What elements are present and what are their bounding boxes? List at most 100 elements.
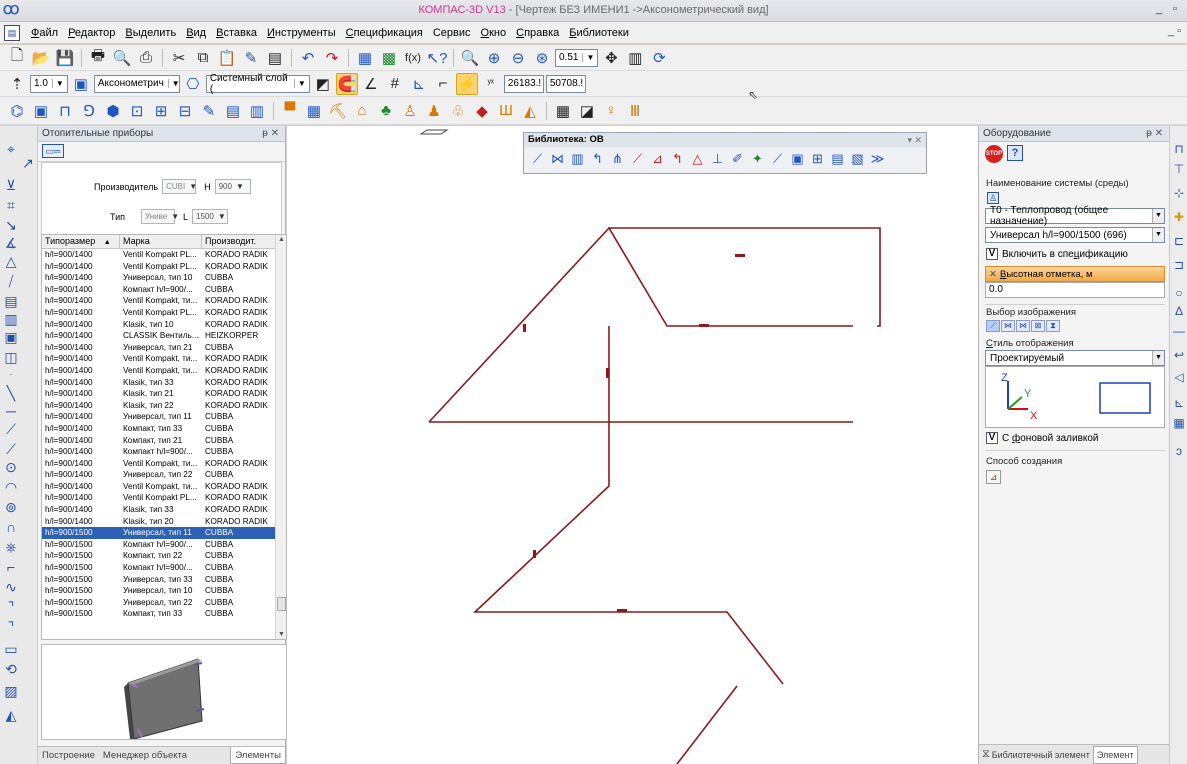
zoom-in-icon[interactable]: ⊕ [483, 47, 505, 69]
library-controls[interactable]: ▾ ✕ [907, 133, 922, 147]
tool-icon-18[interactable]: ♟ [423, 100, 445, 122]
tool-icon-4[interactable]: ⅁ [78, 100, 100, 122]
table-row[interactable]: h/l=900/1400 Универсал, тип 21 CUBBA [42, 342, 276, 354]
zoom-window-icon[interactable]: 🔍 [459, 47, 481, 69]
snap-icon[interactable]: 🧲 [335, 72, 358, 95]
box-icon[interactable]: ▭ [2, 640, 20, 658]
slope-icon[interactable]: △ [688, 150, 707, 168]
tool-icon-16[interactable]: ♣ [375, 100, 397, 122]
spline-icon[interactable]: ∩ [2, 518, 20, 536]
fill-icon[interactable]: ◭ [2, 706, 20, 724]
zoom-out-icon[interactable]: ⊖ [507, 47, 529, 69]
variables-icon[interactable]: ▦ [354, 47, 376, 69]
table-row[interactable]: h/l=900/1400 Klasik, тип 33 KORADO RADIK [42, 377, 276, 389]
table-row[interactable]: h/l=900/1400 Компакт, тип 21 CUBBA [42, 435, 276, 447]
type-combo[interactable]: Униве ▼ [141, 209, 179, 224]
column-manufacturer[interactable]: Производит. [202, 235, 276, 248]
right-tab-0[interactable]: ⧖ Библиотечный элемент [979, 745, 1093, 764]
rs-icon-8[interactable]: ∆ [1172, 304, 1186, 320]
table-row[interactable]: h/l=900/1500 Компакт, тип 33 CUBBA [42, 608, 276, 620]
paste-icon[interactable]: 📋 [216, 47, 238, 69]
rs-icon-13[interactable]: ▦ [1172, 416, 1186, 432]
rs-icon-3[interactable]: ⊹ [1172, 186, 1186, 202]
view-state-icon[interactable]: ▣ [70, 73, 92, 95]
table-row[interactable]: h/l=900/1400 Klasik, тип 20 KORADO RADIK [42, 516, 276, 528]
rs-icon-4[interactable]: ✚ [1172, 210, 1186, 226]
copy-icon[interactable]: ⧉ [192, 47, 214, 69]
report-icon[interactable]: ▧ [848, 150, 867, 168]
segment-icon[interactable]: ─ [2, 402, 20, 420]
rs-icon-6[interactable]: ⊐ [1172, 258, 1186, 274]
auxiliary-line-icon[interactable]: ╲ [2, 384, 20, 402]
table-row[interactable]: h/l=900/1400 Ventil Kompakt PL... KORADO R… [42, 492, 276, 504]
print-icon[interactable]: 🖶 [87, 47, 109, 69]
manager-icon[interactable]: ▤ [264, 47, 286, 69]
table-row[interactable]: h/l=900/1400 Ventil Kompakt, ти... KORADO … [42, 295, 276, 307]
help-pointer-icon[interactable]: ↖? [426, 47, 448, 69]
layout-icon[interactable]: ⊞ [808, 150, 827, 168]
preview-icon[interactable]: 🔍 [111, 47, 133, 69]
table-row[interactable]: h/l=900/1500 Универсал, тип 33 CUBBA [42, 574, 276, 586]
spec-icon[interactable]: ⧸ [2, 272, 20, 290]
menu-item-0[interactable]: Файл [26, 27, 63, 39]
menu-item-2[interactable]: Выделить [120, 27, 181, 39]
rs-icon-14[interactable]: ↄ [1172, 444, 1186, 460]
zoom-scale-icon[interactable]: ⊛ [531, 47, 553, 69]
tool-icon-24[interactable]: ◪ [576, 100, 598, 122]
table-row[interactable]: h/l=900/1400 Ventil Kompakt PL... KORADO R… [42, 307, 276, 319]
valve-icon[interactable]: ⋔ [608, 150, 627, 168]
table-row[interactable]: h/l=900/1500 Компакт h/l=900/... CUBBA [42, 562, 276, 574]
table-row[interactable]: h/l=900/1400 Универсал, тип 22 CUBBA [42, 469, 276, 481]
rs-icon-12[interactable]: ⊾ [1172, 396, 1186, 412]
stop-icon[interactable]: STOP [985, 145, 1003, 163]
spec-object-icon[interactable]: ✦ [748, 150, 767, 168]
table-row[interactable]: h/l=900/1400 Ventil Kompakt, ти... KORADO … [42, 481, 276, 493]
bend-icon[interactable]: ↰ [588, 150, 607, 168]
pan-icon[interactable]: ✥ [600, 47, 622, 69]
route-icon[interactable]: ⟋ [768, 150, 787, 168]
save-icon[interactable]: 💾 [54, 47, 76, 69]
select-icon[interactable]: △ [2, 252, 20, 270]
table-row[interactable]: h/l=900/1400 CLASSIK Вентиль... HEIZKORPER [42, 330, 276, 342]
elbow-icon[interactable]: ↰ [668, 150, 687, 168]
dimension-icon[interactable]: ↗ [19, 154, 37, 172]
parametric-icon[interactable]: ⚡ [455, 72, 478, 95]
polyline-icon[interactable]: ⎈ [2, 538, 20, 556]
rs-icon-5[interactable]: ⊏ [1172, 234, 1186, 250]
tool-icon-17[interactable]: ♙ [399, 100, 421, 122]
table-row[interactable]: h/l=900/1400 Ventil Kompakt, ти... KORADO … [42, 458, 276, 470]
table-row[interactable]: h/l=900/1400 Ventil Kompakt, ти... KORADO … [42, 353, 276, 365]
scroll-up-icon[interactable]: ▲ [278, 236, 285, 243]
tool-icon-7[interactable]: ⊞ [150, 100, 172, 122]
column-size[interactable]: Типоразмер ▲ [42, 235, 120, 248]
scroll-thumb[interactable] [277, 597, 286, 611]
chamfer-icon[interactable]: ⌝ [2, 598, 20, 616]
column-brand[interactable]: Марка [120, 235, 202, 248]
table-row[interactable]: h/l=900/1400 Ventil Kompakt, ти... KORADO … [42, 365, 276, 377]
tool-icon-21[interactable]: Ш [495, 100, 517, 122]
edit-pipe-icon[interactable]: ✐ [728, 150, 747, 168]
document-icon[interactable]: ▤ [4, 24, 20, 41]
system-person-icon[interactable]: ♙ [987, 192, 999, 204]
restore-button[interactable]: ▫ [1168, 3, 1182, 17]
library-manager-icon[interactable]: ▩ [378, 47, 400, 69]
coord-y-field[interactable]: 50708.! [545, 74, 586, 93]
document-window-controls[interactable]: _ ▫ [1168, 25, 1181, 37]
table-row[interactable]: h/l=900/1400 Компакт h/l=900/... CUBBA [42, 446, 276, 458]
level-icon[interactable]: ⊥ [708, 150, 727, 168]
properties-icon[interactable]: ✎ [240, 47, 262, 69]
redo-icon[interactable]: ↷ [321, 47, 343, 69]
tool-icon-1[interactable]: ⌬ [6, 100, 28, 122]
left-tab-0[interactable]: Построение [38, 747, 99, 764]
menu-item-10[interactable]: Библиотеки [564, 27, 634, 39]
l-combo[interactable]: 1500 ▼ [192, 209, 229, 224]
open-icon[interactable]: 📂 [30, 47, 52, 69]
tool-icon-12[interactable]: ▀ [279, 100, 301, 122]
ortho-icon[interactable]: ⌐ [432, 73, 454, 95]
rs-icon-9[interactable]: — [1172, 324, 1186, 340]
insert-icon[interactable]: ▥ [2, 310, 20, 328]
right-panel-pin-close[interactable]: ᵽ ✕ [1146, 128, 1163, 139]
round-off-icon[interactable]: ∠ [360, 73, 382, 95]
pipe-segment-icon[interactable]: ⋈ [548, 150, 567, 168]
table-row[interactable]: h/l=900/1500 Компакт h/l=900/... CUBBA [42, 539, 276, 551]
